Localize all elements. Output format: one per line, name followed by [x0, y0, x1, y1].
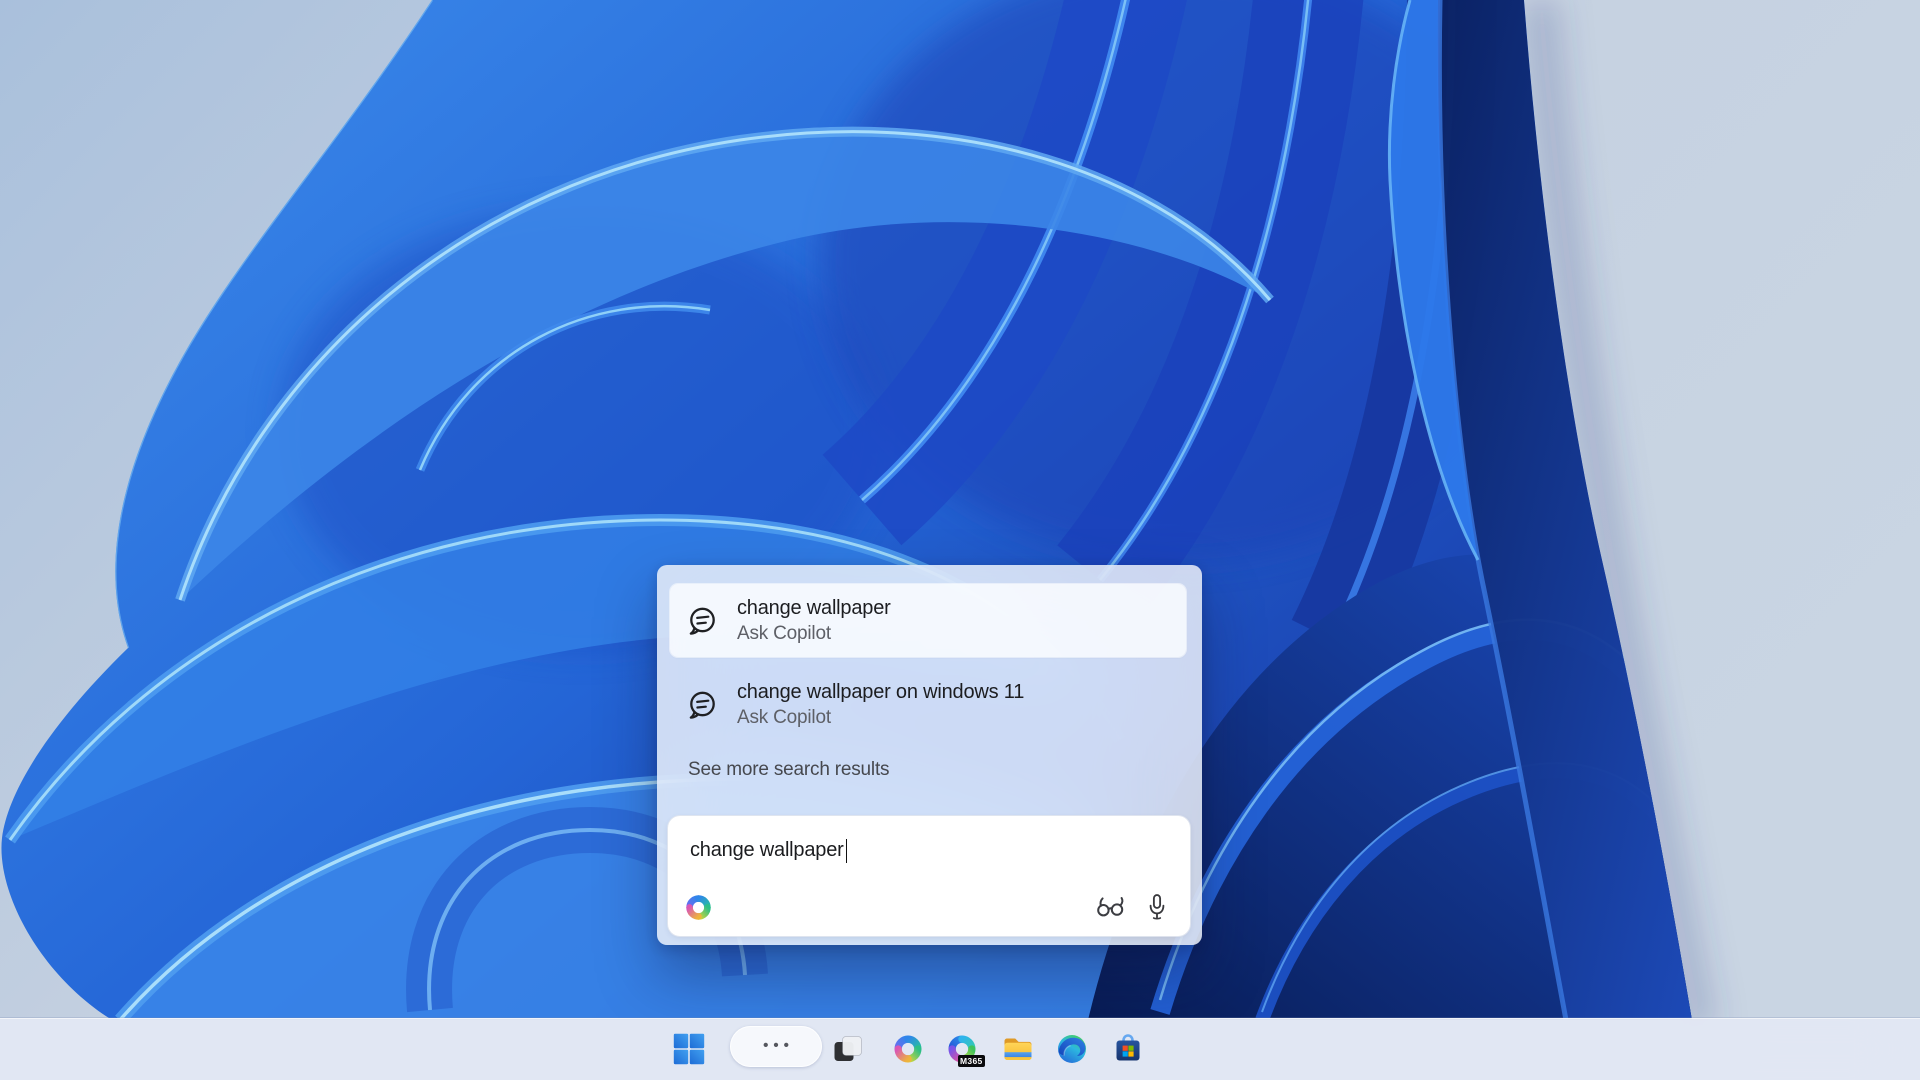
visual-search-glasses-icon[interactable] — [1096, 896, 1126, 918]
suggestion-subtitle: Ask Copilot — [737, 705, 1024, 730]
search-pill-dots: ••• — [758, 1038, 794, 1053]
search-pill[interactable]: ••• — [730, 1026, 822, 1067]
m365-badge: M365 — [958, 1055, 985, 1068]
desktop: change wallpaper Ask Copilot change wall… — [0, 0, 1920, 1080]
search-flyout: change wallpaper Ask Copilot change wall… — [657, 565, 1202, 945]
text-caret — [846, 839, 848, 863]
task-view-button[interactable] — [833, 1034, 863, 1064]
m365-copilot-button[interactable]: M365 — [946, 1033, 982, 1065]
suggestion-row-2[interactable]: change wallpaper on windows 11 Ask Copil… — [670, 668, 1186, 741]
edge-button[interactable] — [1057, 1034, 1087, 1064]
search-input[interactable]: change wallpaper — [690, 837, 847, 864]
start-button[interactable] — [673, 1033, 705, 1065]
input-footer — [684, 892, 1168, 922]
search-input-card[interactable]: change wallpaper — [668, 816, 1190, 936]
search-input-value: change wallpaper — [690, 839, 844, 862]
suggestion-row-1[interactable]: change wallpaper Ask Copilot — [670, 584, 1186, 657]
copilot-logo-icon[interactable] — [684, 893, 713, 922]
suggestion-title: change wallpaper on windows 11 — [737, 680, 1024, 705]
store-button[interactable] — [1112, 1033, 1144, 1064]
microphone-icon[interactable] — [1146, 893, 1168, 921]
file-explorer-button[interactable] — [1002, 1033, 1034, 1064]
see-more-search-results-link[interactable]: See more search results — [688, 759, 889, 781]
ask-copilot-chat-icon — [685, 603, 721, 639]
taskbar: ••• — [0, 1018, 1920, 1080]
suggestion-title: change wallpaper — [737, 596, 891, 621]
suggestion-subtitle: Ask Copilot — [737, 621, 891, 646]
copilot-button[interactable] — [892, 1033, 924, 1065]
ask-copilot-chat-icon — [685, 687, 721, 723]
